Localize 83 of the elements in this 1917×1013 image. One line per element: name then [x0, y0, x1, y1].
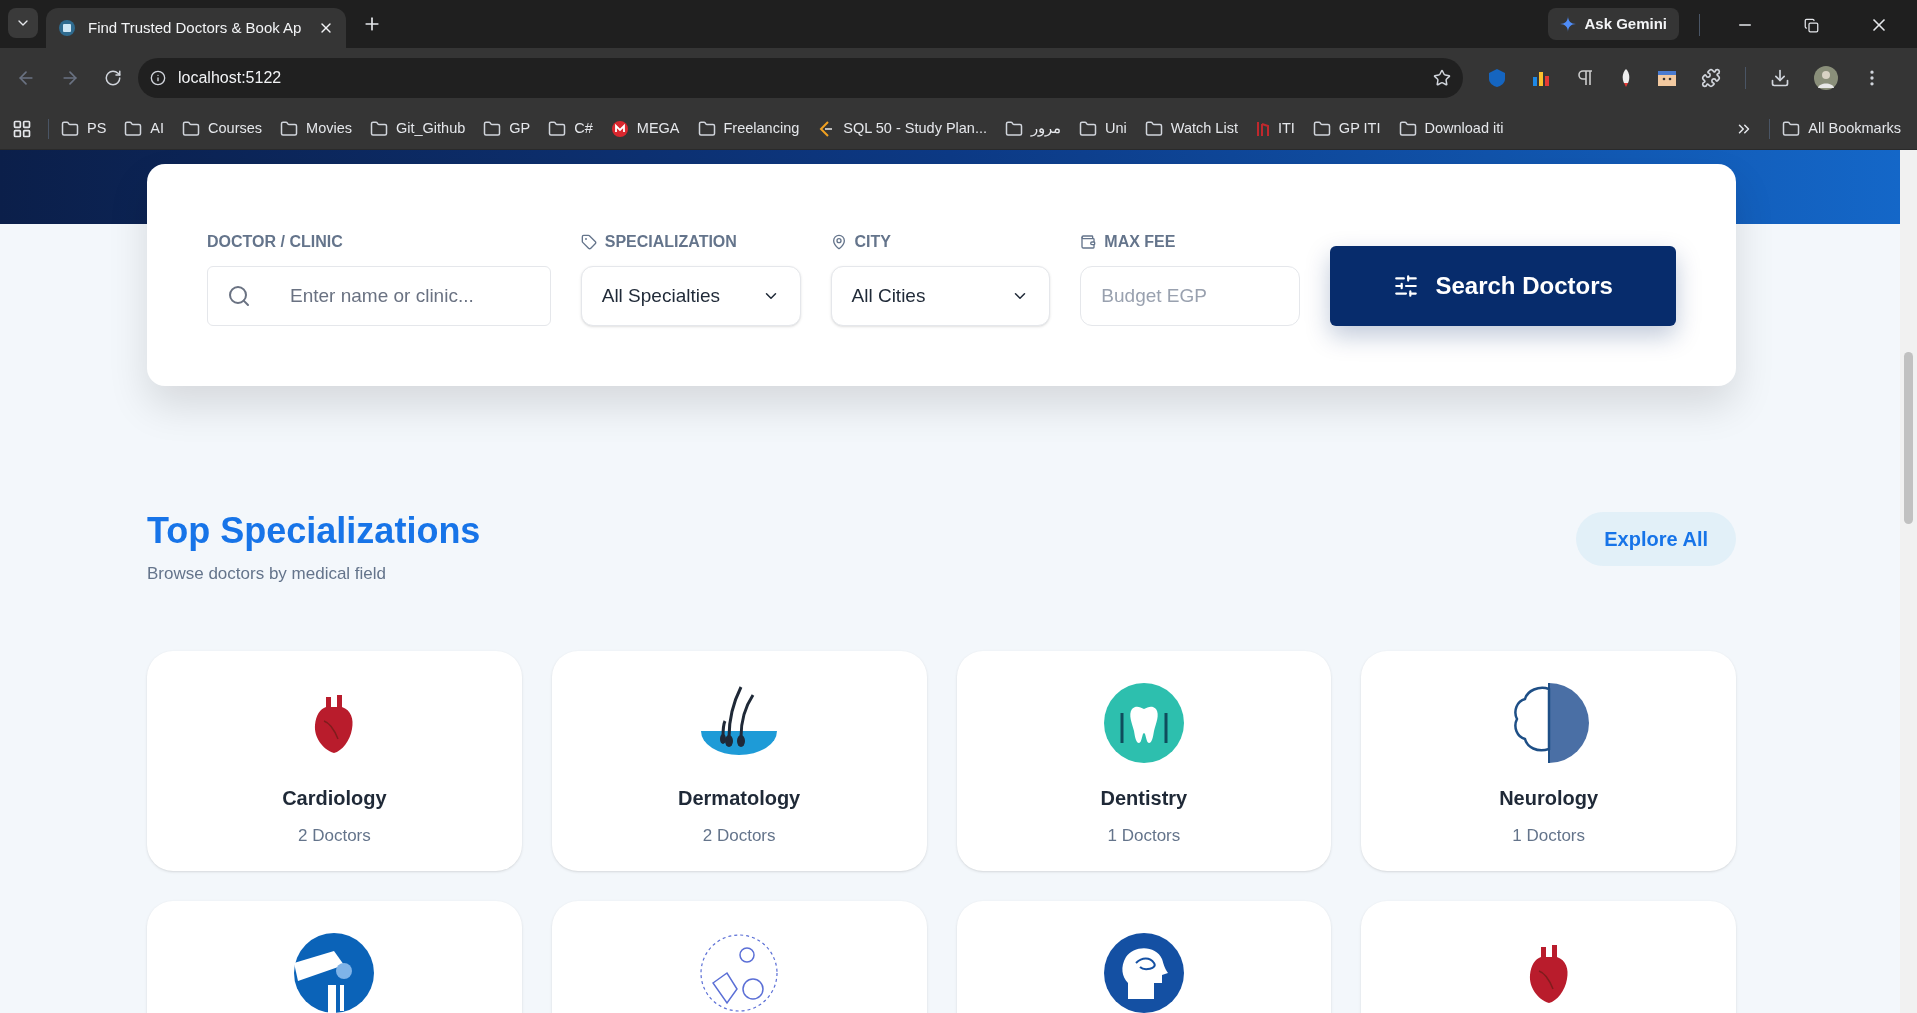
tooth-icon: [1103, 682, 1184, 763]
folder-icon: [697, 119, 716, 138]
folder-icon: [1079, 119, 1097, 138]
field-label-icon: [580, 234, 597, 250]
specialization-card[interactable]: Cardiology 2 Doctors: [147, 650, 522, 871]
bookmark-link[interactable]: Watch List: [1170, 117, 1238, 140]
folder-icon: [280, 119, 299, 138]
folder-icon: [1005, 119, 1023, 138]
folder-icon: [483, 119, 502, 138]
site-info-icon[interactable]: [150, 70, 166, 86]
dropdown[interactable]: All Specialties: [580, 266, 801, 326]
logo-icon: [1255, 119, 1270, 138]
field-label: SPECIALIZATION: [604, 232, 737, 252]
bookmark-link[interactable]: Git_Github: [396, 117, 466, 140]
reload-icon[interactable]: [104, 69, 122, 87]
box-face-extension-icon[interactable]: [1657, 68, 1677, 88]
specialization-name: Neurology: [1499, 785, 1599, 811]
field-label: CITY: [854, 232, 891, 252]
specialization-name: Cardiology: [282, 785, 387, 811]
apps-icon[interactable]: [12, 118, 32, 139]
circle-logo-icon: [610, 119, 629, 138]
dropdown[interactable]: All Cities: [830, 266, 1051, 326]
knee-joint-icon: [294, 932, 375, 1013]
doctor-count: 1 Doctors: [1107, 824, 1181, 847]
search-icon: [227, 284, 251, 308]
ask-gemini-button[interactable]: Ask Gemini: [1548, 8, 1679, 40]
search-field[interactable]: Enter name or clinic...: [207, 266, 551, 326]
bookmark-star-icon[interactable]: [1433, 69, 1451, 87]
folder-icon: [548, 119, 567, 138]
bookmark-link[interactable]: Movies: [306, 117, 352, 140]
specialization-card[interactable]: Dentistry 1 Doctors: [956, 650, 1332, 871]
bookmark-link[interactable]: MEGA: [636, 117, 680, 140]
bookmark-link[interactable]: SQL 50 - Study Plan...: [843, 117, 987, 140]
folder-icon: [1782, 119, 1801, 138]
tab-title: Find Trusted Doctors & Book Ap: [88, 17, 303, 38]
bookmark-link[interactable]: Uni: [1105, 117, 1127, 140]
bookmark-link[interactable]: PS: [87, 117, 107, 140]
bookmark-link[interactable]: GP ITI: [1338, 117, 1381, 140]
browser-tab[interactable]: Find Trusted Doctors & Book Ap: [46, 8, 346, 48]
fee-field[interactable]: Budget EGP: [1080, 266, 1301, 326]
section-subtitle: Browse doctors by medical field: [147, 563, 388, 585]
specialization-card[interactable]: Neurology 1 Doctors: [1361, 650, 1736, 871]
bookmark-link[interactable]: مرور: [1031, 117, 1061, 140]
download-icon[interactable]: [1770, 68, 1790, 88]
all-bookmarks-link[interactable]: All Bookmarks: [1808, 117, 1901, 140]
specialization-name: Dermatology: [678, 785, 801, 811]
bookmark-link[interactable]: Courses: [208, 117, 263, 140]
specialization-name: Dentistry: [1100, 785, 1188, 811]
doctor-count: 2 Doctors: [298, 824, 371, 847]
sliders-icon: [1393, 273, 1420, 299]
head-profile-icon: [1103, 932, 1184, 1013]
folder-icon: [124, 119, 143, 138]
folder-icon: [1144, 119, 1163, 138]
folder-icon: [182, 119, 201, 138]
bookmark-link[interactable]: GP: [509, 117, 531, 140]
doctor-count: 2 Doctors: [702, 824, 776, 847]
bookmark-link[interactable]: Download iti: [1424, 117, 1504, 140]
restore-icon[interactable]: [1804, 18, 1819, 33]
folder-icon: [1398, 119, 1417, 138]
folder-icon: [61, 119, 79, 138]
folder-icon: [370, 119, 388, 138]
paragraph-extension-icon[interactable]: [1575, 68, 1595, 88]
section-title: Top Specializations: [147, 509, 481, 553]
site-favicon-icon: [58, 19, 76, 37]
field-label: DOCTOR / CLINIC: [207, 232, 343, 252]
bookmark-link[interactable]: AI: [150, 117, 165, 140]
tab-list-button[interactable]: [8, 8, 38, 38]
doctor-count: 1 Doctors: [1512, 824, 1585, 847]
field-label: MAX FEE: [1104, 232, 1176, 252]
address-bar[interactable]: localhost:5122: [138, 58, 1463, 98]
profile-avatar-icon[interactable]: [1814, 66, 1838, 90]
field-label-icon: [1080, 234, 1097, 250]
bookmark-link[interactable]: C#: [574, 117, 593, 140]
explore-all-button[interactable]: Explore All: [1576, 512, 1736, 566]
scrollbar[interactable]: [1900, 150, 1917, 1013]
search-doctors-button[interactable]: Search Doctors: [1330, 246, 1676, 326]
field-label-icon: [830, 234, 847, 250]
bookmark-link[interactable]: ITI: [1277, 117, 1295, 140]
folder-icon: [1312, 119, 1331, 138]
extensions-icon[interactable]: [1701, 68, 1721, 88]
bookmark-link[interactable]: Freelancing: [723, 117, 800, 140]
specialization-card[interactable]: Dermatology 2 Doctors: [551, 650, 927, 871]
url-text: localhost:5122: [178, 68, 283, 88]
